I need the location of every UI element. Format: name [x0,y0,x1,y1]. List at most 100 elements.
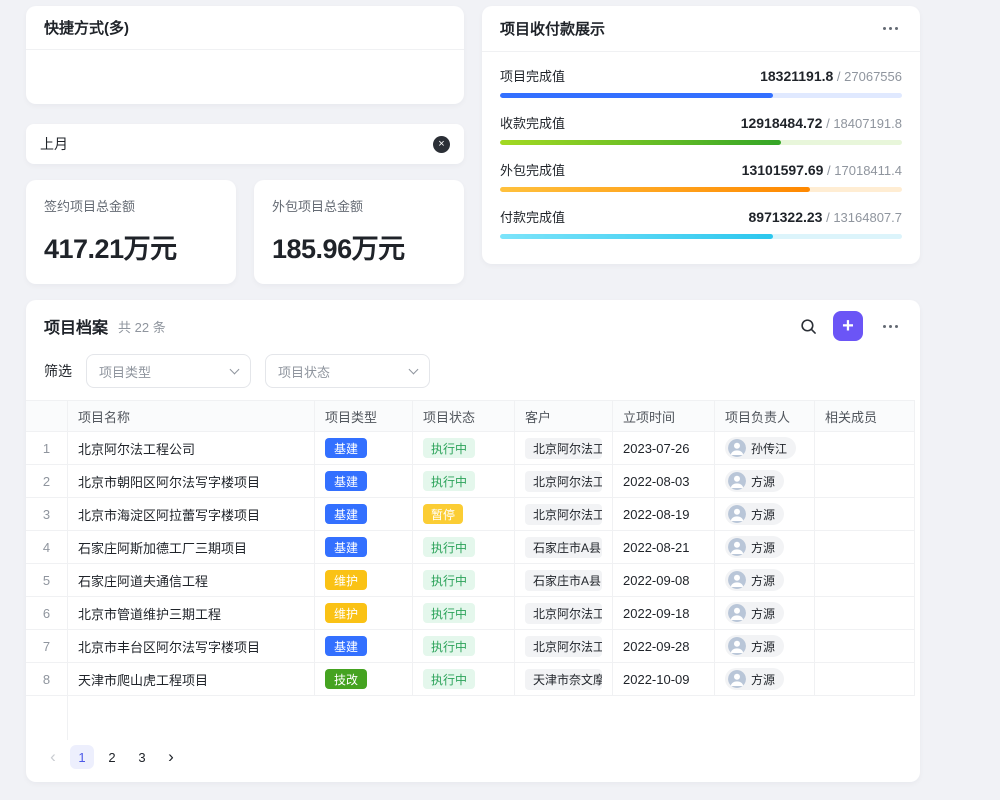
row-index: 4 [26,531,68,564]
owner-pill: 方源 [725,503,784,525]
prev-page-icon[interactable]: ‹ [42,745,64,769]
progress-bar [500,93,902,98]
page-button[interactable]: 2 [100,745,124,769]
row-index: 3 [26,498,68,531]
progress-total: 18407191.8 [822,116,902,131]
owner-name: 方源 [751,671,775,688]
add-record-button[interactable]: + [833,311,863,341]
table-row[interactable]: 5石家庄阿道夫通信工程维护执行中石家庄市A县2022-09-08方源 [26,564,915,597]
project-type-tag: 维护 [325,603,367,623]
search-icon[interactable] [800,318,817,335]
payment-overview-card: 项目收付款展示 项目完成值 18321191.827067556 收款完成值 1… [482,6,920,264]
members-cell [815,432,915,465]
project-name-cell[interactable]: 石家庄阿道夫通信工程 [68,564,315,597]
project-date-cell: 2022-08-21 [613,531,715,564]
owner-pill: 方源 [725,635,784,657]
progress-total: 13164807.7 [822,210,902,225]
project-name-cell[interactable]: 北京阿尔法工程公司 [68,432,315,465]
stat-value: 417.21万元 [44,227,218,266]
progress-label: 外包完成值 [500,160,565,179]
progress-value: 18321191.8 [760,68,833,84]
project-type-select[interactable]: 项目类型 [86,354,251,388]
project-status-badge: 暂停 [423,504,463,524]
empty-row [26,696,915,740]
col-name: 项目名称 [68,401,315,432]
page-button[interactable]: 1 [70,745,94,769]
owner-name: 方源 [751,539,775,556]
members-cell [815,465,915,498]
table-row[interactable]: 3北京市海淀区阿拉蕾写字楼项目基建暂停北京阿尔法工程公司2022-08-19方源 [26,498,915,531]
owner-name: 孙传江 [751,440,787,457]
stat-card-outsourced-amount: 外包项目总金额 185.96万元 [254,180,464,284]
table-row[interactable]: 6北京市管道维护三期工程维护执行中北京阿尔法工程公司2022-09-18方源 [26,597,915,630]
project-status-badge: 执行中 [423,570,475,590]
progress-bar [500,234,902,239]
time-filter[interactable]: 上月 × [26,124,464,164]
row-index: 7 [26,630,68,663]
project-name-cell[interactable]: 北京市丰台区阿尔法写字楼项目 [68,630,315,663]
avatar [728,670,746,688]
record-count: 共 22 条 [118,317,166,336]
progress-row: 付款完成值 8971322.2313164807.7 [500,207,902,239]
row-index: 1 [26,432,68,465]
project-status-badge: 执行中 [423,669,475,689]
avatar [728,604,746,622]
progress-row: 外包完成值 13101597.6917018411.4 [500,160,902,192]
members-cell [815,597,915,630]
project-status-badge: 执行中 [423,636,475,656]
row-index: 5 [26,564,68,597]
project-date-cell: 2023-07-26 [613,432,715,465]
more-menu-icon[interactable] [879,321,902,332]
more-menu-icon[interactable] [879,23,902,34]
owner-name: 方源 [751,638,775,655]
project-status-select[interactable]: 项目状态 [265,354,430,388]
avatar [728,637,746,655]
progress-row: 收款完成值 12918484.7218407191.8 [500,113,902,145]
project-name-cell[interactable]: 北京市管道维护三期工程 [68,597,315,630]
project-date-cell: 2022-09-08 [613,564,715,597]
table-row[interactable]: 1北京阿尔法工程公司基建执行中北京阿尔法工程公司2023-07-26孙传江 [26,432,915,465]
owner-name: 方源 [751,506,775,523]
owner-name: 方源 [751,605,775,622]
customer-pill: 北京阿尔法工程公司 [525,504,602,525]
table-row[interactable]: 4石家庄阿斯加德工厂三期项目基建执行中石家庄市A县2022-08-21方源 [26,531,915,564]
progress-label: 付款完成值 [500,207,565,226]
progress-total: 17018411.4 [823,163,902,178]
table-row[interactable]: 2北京市朝阳区阿尔法写字楼项目基建执行中北京阿尔法工程公司2022-08-03方… [26,465,915,498]
next-page-icon[interactable]: › [160,745,182,769]
project-type-tag: 基建 [325,636,367,656]
table-title: 项目档案 [44,314,108,338]
progress-label: 项目完成值 [500,66,565,85]
members-cell [815,663,915,696]
project-name-cell[interactable]: 北京市朝阳区阿尔法写字楼项目 [68,465,315,498]
owner-pill: 孙传江 [725,437,796,459]
avatar [728,571,746,589]
project-date-cell: 2022-10-09 [613,663,715,696]
project-type-tag: 基建 [325,504,367,524]
progress-label: 收款完成值 [500,113,565,132]
owner-pill: 方源 [725,602,784,624]
stat-label: 签约项目总金额 [44,196,218,215]
progress-value: 13101597.69 [742,162,824,178]
table-row[interactable]: 8天津市爬山虎工程项目技改执行中天津市奈文摩尔2022-10-09方源 [26,663,915,696]
chevron-down-icon [230,364,240,374]
project-name-cell[interactable]: 石家庄阿斯加德工厂三期项目 [68,531,315,564]
row-index: 2 [26,465,68,498]
page-button[interactable]: 3 [130,745,154,769]
owner-pill: 方源 [725,668,784,690]
clear-filter-icon[interactable]: × [433,136,450,153]
customer-pill: 天津市奈文摩尔 [525,669,602,690]
progress-list: 项目完成值 18321191.827067556 收款完成值 12918484.… [482,52,920,239]
row-index: 8 [26,663,68,696]
project-name-cell[interactable]: 北京市海淀区阿拉蕾写字楼项目 [68,498,315,531]
project-status-badge: 执行中 [423,603,475,623]
chevron-down-icon [409,364,419,374]
progress-value: 8971322.23 [749,209,823,225]
col-type: 项目类型 [315,401,413,432]
shortcuts-card: 快捷方式(多) [26,6,464,104]
col-status: 项目状态 [413,401,515,432]
project-name-cell[interactable]: 天津市爬山虎工程项目 [68,663,315,696]
customer-pill: 北京阿尔法工程公司 [525,636,602,657]
avatar [728,439,746,457]
table-row[interactable]: 7北京市丰台区阿尔法写字楼项目基建执行中北京阿尔法工程公司2022-09-28方… [26,630,915,663]
